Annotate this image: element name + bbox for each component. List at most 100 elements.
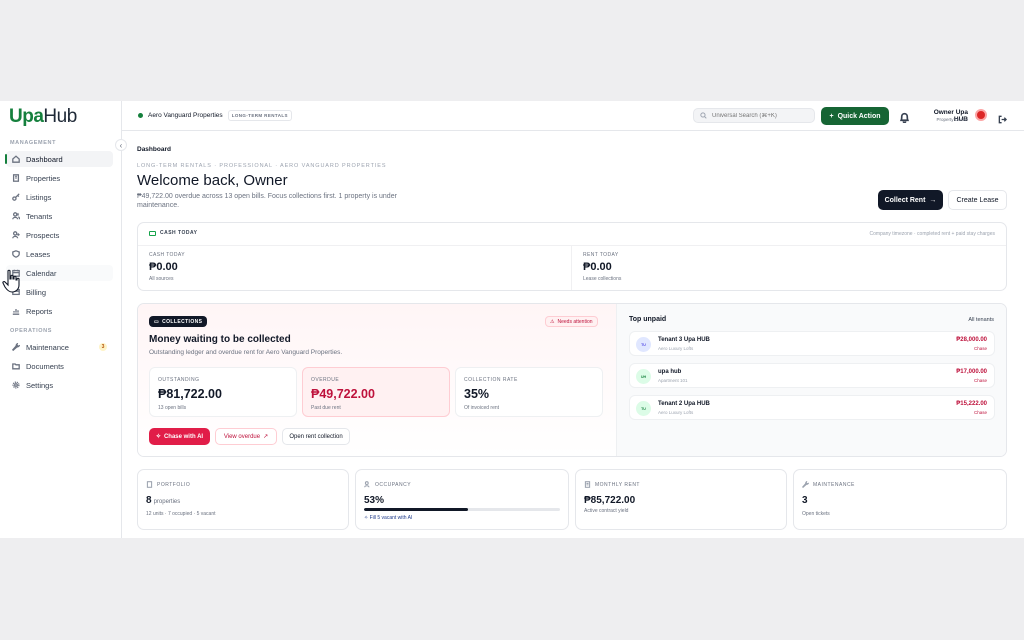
universal-search[interactable] xyxy=(693,108,815,123)
sidebar-item-tenants[interactable]: Tenants xyxy=(6,208,113,224)
occupancy-card[interactable]: OCCUPANCY 53% ✧ Fill 5 vacant with AI xyxy=(355,469,569,530)
logout-button[interactable] xyxy=(998,111,1008,124)
collect-rent-button[interactable]: Collect Rent → xyxy=(878,190,943,210)
sidebar-item-label: Billing xyxy=(26,287,47,297)
users-icon xyxy=(12,212,20,220)
chase-link[interactable]: Chase xyxy=(974,410,987,415)
occupancy-progress-bar xyxy=(364,508,560,511)
kpi-number: 8 xyxy=(146,495,152,506)
needs-attention-label: Needs attention xyxy=(557,318,593,325)
progress-fill xyxy=(364,508,468,511)
collapse-sidebar-button[interactable]: ‹ xyxy=(115,139,127,151)
sidebar-item-label: Leases xyxy=(26,249,51,259)
kpi-value: ₱85,722.00 xyxy=(584,495,636,506)
breadcrumb[interactable]: Dashboard xyxy=(137,146,171,153)
chase-link[interactable]: Chase xyxy=(974,378,987,383)
brand-part-1: Upa xyxy=(9,106,44,127)
sidebar-item-prospects[interactable]: Prospects xyxy=(6,227,113,243)
notifications-button[interactable] xyxy=(899,110,911,124)
list-item[interactable]: UH upa hub Apartment 101 ₱17,000.00 Chas… xyxy=(629,363,995,388)
chart-icon xyxy=(12,307,20,315)
plus-icon: + xyxy=(829,112,834,120)
all-tenants-link[interactable]: All tenants xyxy=(968,317,994,323)
sidebar-item-listings[interactable]: Listings xyxy=(6,189,113,205)
collections-subtitle: Outstanding ledger and overdue rent for … xyxy=(149,349,343,356)
page-overline: LONG-TERM RENTALS · PROFESSIONAL · AERO … xyxy=(137,163,387,169)
cash-today-stat: CASH TODAY ₱0.00 All sources xyxy=(149,252,185,282)
app-window: Upa Hub ‹ MANAGEMENT Dashboard Properties… xyxy=(0,101,1024,538)
tenant-amount: ₱15,222.00 xyxy=(956,401,987,407)
main-content: Dashboard LONG-TERM RENTALS · PROFESSION… xyxy=(122,131,1024,538)
create-lease-button[interactable]: Create Lease xyxy=(948,190,1007,210)
sidebar-item-label: Reports xyxy=(26,306,53,316)
brand-logo[interactable]: Upa Hub xyxy=(9,106,77,127)
stat-sub: 13 open bills xyxy=(158,405,187,411)
folder-icon xyxy=(12,362,20,370)
kpi-value: 8 properties xyxy=(146,495,180,506)
sidebar-item-leases[interactable]: Leases xyxy=(6,246,113,262)
avatar[interactable] xyxy=(975,109,987,121)
user-plus-icon xyxy=(12,231,20,239)
wallet-icon: ▭ xyxy=(154,318,160,325)
collections-tag: ▭ COLLECTIONS xyxy=(149,316,208,327)
building-icon xyxy=(146,481,153,488)
sidebar-item-label: Dashboard xyxy=(26,154,63,164)
search-icon xyxy=(700,112,707,119)
stat-value: ₱49,722.00 xyxy=(311,387,375,401)
collection-rate-stat: COLLECTION RATE 35% Of invoiced rent xyxy=(455,367,603,417)
tenant-property: Aero Luxury Lofts xyxy=(658,410,694,415)
kpi-value: 53% xyxy=(364,495,385,506)
sidebar-item-reports[interactable]: Reports xyxy=(6,303,113,319)
shield-icon xyxy=(12,250,20,258)
sidebar-item-label: Tenants xyxy=(26,211,53,221)
needs-attention-badge: ⚠ Needs attention xyxy=(545,316,598,327)
status-dot xyxy=(138,112,143,118)
portfolio-card[interactable]: PORTFOLIO 8 properties 12 units · 7 occup… xyxy=(137,469,349,530)
tenant-property: Apartment 101 xyxy=(658,378,688,383)
chase-link[interactable]: Chase xyxy=(974,346,987,351)
open-rent-collection-button[interactable]: Open rent collection xyxy=(282,428,350,445)
quick-action-button[interactable]: + Quick Action xyxy=(821,107,889,125)
sidebar-item-maintenance[interactable]: Maintenance 3 xyxy=(6,339,113,355)
tenant-amount: ₱17,000.00 xyxy=(956,369,987,375)
tenant-name: upa hub xyxy=(658,369,682,375)
avatar: TU xyxy=(636,401,651,416)
sidebar-item-documents[interactable]: Documents xyxy=(6,358,113,374)
maintenance-card[interactable]: MAINTENANCE 3 Open tickets xyxy=(793,469,1007,530)
org-switcher[interactable]: Aero Vanguard Properties LONG-TERM RENTA… xyxy=(138,109,292,121)
stat-sub: Of invoiced rent xyxy=(464,405,500,411)
sidebar-item-calendar[interactable]: Calendar xyxy=(6,265,113,281)
sidebar-item-billing[interactable]: Billing xyxy=(6,284,113,300)
search-input[interactable] xyxy=(712,112,807,119)
fill-vacant-link[interactable]: ✧ Fill 5 vacant with AI xyxy=(364,515,412,521)
sidebar-item-settings[interactable]: Settings xyxy=(6,377,113,393)
sidebar-item-label: Listings xyxy=(26,192,52,202)
sparkle-icon: ✧ xyxy=(364,515,369,521)
kpi-unit: properties xyxy=(153,499,181,505)
chase-with-ai-button[interactable]: ✧ Chase with AI xyxy=(149,428,210,445)
overdue-stat: OVERDUE ₱49,722.00 Past due rent xyxy=(302,367,450,417)
outstanding-stat: OUTSTANDING ₱81,722.00 13 open bills xyxy=(149,367,297,417)
section-label-management: MANAGEMENT xyxy=(10,140,57,146)
receipt-icon xyxy=(584,481,591,488)
stat-sub: Lease collections xyxy=(583,276,622,282)
monthly-rent-card[interactable]: MONTHLY RENT ₱85,722.00 Active contract … xyxy=(575,469,787,530)
cash-header-label: CASH TODAY xyxy=(160,230,198,236)
sidebar-item-label: Properties xyxy=(26,173,61,183)
view-overdue-label: View overdue xyxy=(223,433,261,440)
view-overdue-button[interactable]: View overdue ↗ xyxy=(215,428,277,445)
collections-title: Money waiting to be collected xyxy=(149,334,291,345)
chevron-left-icon: ‹ xyxy=(119,140,123,150)
warning-icon: ⚠ xyxy=(550,318,555,325)
list-item[interactable]: TU Tenant 2 Upa HUB Aero Luxury Lofts ₱1… xyxy=(629,395,995,420)
building-icon xyxy=(12,174,20,182)
sidebar-item-properties[interactable]: Properties xyxy=(6,170,113,186)
kpi-header: PORTFOLIO xyxy=(146,481,190,488)
users-icon xyxy=(364,481,370,488)
create-lease-label: Create Lease xyxy=(956,196,999,204)
arrow-up-right-icon: ↗ xyxy=(263,434,269,440)
arrow-right-icon: → xyxy=(929,196,937,204)
list-item[interactable]: TU Tenant 3 Upa HUB Aero Luxury Lofts ₱2… xyxy=(629,331,995,356)
sidebar-item-dashboard[interactable]: Dashboard xyxy=(5,151,113,167)
kpi-label: OCCUPANCY xyxy=(375,481,412,488)
